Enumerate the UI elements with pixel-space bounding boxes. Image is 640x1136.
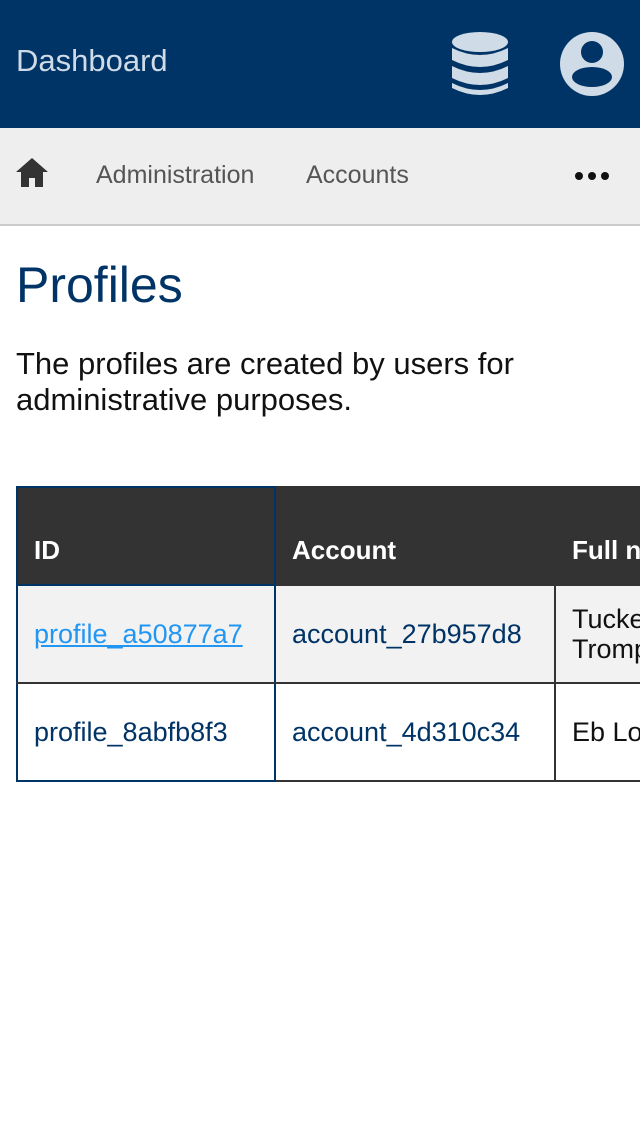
account-cell: account_27b957d8 [274,584,556,684]
column-header-full-name[interactable]: Full name [554,486,640,586]
profile-id-cell: profile_8abfb8f3 [16,682,276,782]
user-account-icon[interactable] [558,30,626,98]
more-horizontal-icon[interactable] [574,169,610,183]
full-name-cell: Tucker Tromp [554,584,640,684]
full-name-cell: Eb Lonne [554,682,640,782]
table-row: profile_8abfb8f3 account_4d310c34 Eb Lon… [16,682,640,782]
nav-link-administration[interactable]: Administration [96,160,254,190]
page-title: Profiles [16,257,183,313]
database-icon[interactable] [448,30,512,98]
table-row: profile_a50877a7 account_27b957d8 Tucker… [16,584,640,684]
account-cell: account_4d310c34 [274,682,556,782]
profiles-table: ID Account Full name profile_a50877a7 ac… [16,486,640,782]
profiles-table-container[interactable]: ID Account Full name profile_a50877a7 ac… [16,486,640,786]
page-description: The profiles are created by users for ad… [16,346,514,417]
profile-id-cell: profile_a50877a7 [16,584,276,684]
home-icon[interactable] [14,155,50,191]
nav-link-accounts[interactable]: Accounts [306,160,409,190]
table-header-row: ID Account Full name [16,486,640,586]
app-title: Dashboard [16,43,168,78]
column-header-id[interactable]: ID [16,486,276,586]
profile-id-link[interactable]: profile_a50877a7 [34,619,243,649]
column-header-account[interactable]: Account [274,486,556,586]
